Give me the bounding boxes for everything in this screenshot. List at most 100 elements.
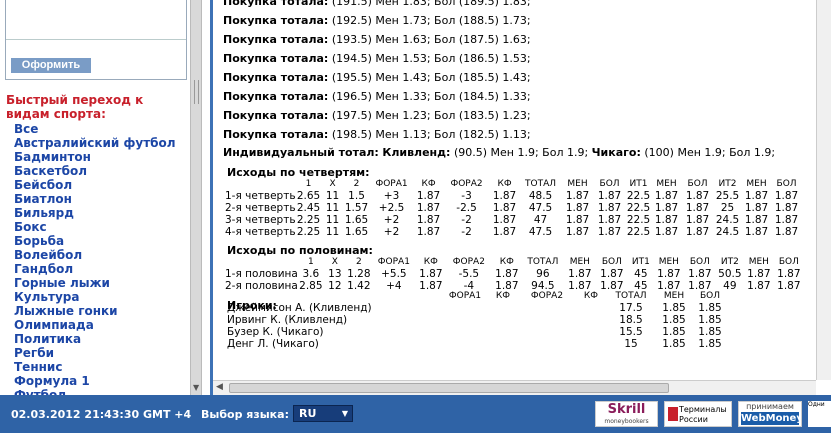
- odds-cell[interactable]: 47.5: [520, 202, 562, 214]
- vertical-scrollbar[interactable]: [816, 0, 831, 380]
- scrollbar-thumb[interactable]: [229, 383, 669, 393]
- odds-cell[interactable]: 1.87: [682, 226, 714, 238]
- sport-link[interactable]: Олимпиада: [14, 318, 176, 332]
- odds-cell[interactable]: 3.6: [298, 268, 324, 280]
- odds-cell[interactable]: 1.87: [682, 202, 714, 214]
- odds-cell[interactable]: 1.87: [774, 280, 804, 292]
- odds-cell[interactable]: 1.87: [742, 214, 772, 226]
- odds-cell[interactable]: -5.5: [446, 268, 492, 280]
- odds-cell[interactable]: 1.87: [492, 268, 522, 280]
- sport-link[interactable]: Культура: [14, 290, 176, 304]
- odds-cell[interactable]: 25: [714, 202, 742, 214]
- odds-cell[interactable]: 1.87: [490, 190, 520, 202]
- odds-cell[interactable]: 11: [322, 226, 344, 238]
- odds-cell[interactable]: 96: [522, 268, 564, 280]
- odds-cell[interactable]: 1.87: [564, 268, 596, 280]
- sport-link[interactable]: Бокс: [14, 220, 176, 234]
- sport-link[interactable]: Горные лыжи: [14, 276, 176, 290]
- odds-cell[interactable]: 2.45: [296, 202, 322, 214]
- odds-cell[interactable]: 15: [606, 338, 656, 350]
- odds-cell[interactable]: -2: [444, 214, 490, 226]
- odds-cell[interactable]: 1.87: [684, 268, 716, 280]
- odds-cell[interactable]: 24.5: [714, 214, 742, 226]
- odds-cell[interactable]: 13: [324, 268, 346, 280]
- sport-link[interactable]: Футбол: [14, 388, 176, 395]
- odds-cell[interactable]: 1.87: [772, 202, 802, 214]
- odds-cell[interactable]: 1.85: [656, 314, 692, 326]
- odds-cell[interactable]: 1.85: [692, 314, 728, 326]
- panel-splitter[interactable]: ▼: [190, 0, 202, 395]
- odds-cell[interactable]: 1.85: [692, 302, 728, 314]
- odds-cell[interactable]: 1.87: [654, 268, 684, 280]
- odds-cell[interactable]: 1.87: [682, 214, 714, 226]
- horizontal-scrollbar[interactable]: ◀: [213, 380, 816, 395]
- sport-link[interactable]: Регби: [14, 346, 176, 360]
- odds-cell[interactable]: 1.87: [416, 268, 446, 280]
- sport-link[interactable]: Волейбол: [14, 248, 176, 262]
- odds-cell[interactable]: 1.85: [692, 326, 728, 338]
- odds-cell[interactable]: +2: [370, 214, 414, 226]
- sport-link[interactable]: Теннис: [14, 360, 176, 374]
- odds-cell[interactable]: -2.5: [444, 202, 490, 214]
- odds-cell[interactable]: 1.87: [742, 202, 772, 214]
- odds-cell[interactable]: 48.5: [520, 190, 562, 202]
- odds-cell[interactable]: 22.5: [626, 202, 652, 214]
- odds-cell[interactable]: 1.87: [772, 214, 802, 226]
- chevron-down-icon[interactable]: ▼: [193, 383, 199, 392]
- odds-cell[interactable]: 11: [322, 214, 344, 226]
- odds-cell[interactable]: 1.87: [414, 202, 444, 214]
- sport-link[interactable]: Австралийский футбол: [14, 136, 176, 150]
- skrill-logo[interactable]: Skrill moneybookers: [595, 401, 658, 427]
- odds-cell[interactable]: 50.5: [716, 268, 744, 280]
- odds-cell[interactable]: 1.85: [656, 338, 692, 350]
- odds-cell[interactable]: 1.87: [562, 226, 594, 238]
- order-button[interactable]: Оформить: [11, 58, 91, 73]
- odds-cell[interactable]: 1.87: [594, 190, 626, 202]
- odds-cell[interactable]: 24.5: [714, 226, 742, 238]
- odds-cell[interactable]: 15.5: [606, 326, 656, 338]
- odds-cell[interactable]: +5.5: [372, 268, 416, 280]
- odds-cell[interactable]: 1.87: [682, 190, 714, 202]
- sport-link[interactable]: Бильярд: [14, 206, 176, 220]
- odds-cell[interactable]: 1.87: [562, 214, 594, 226]
- sport-link[interactable]: Бадминтон: [14, 150, 176, 164]
- odds-cell[interactable]: 1.57: [344, 202, 370, 214]
- partner-logo-cut[interactable]: Одни: [808, 401, 831, 427]
- odds-cell[interactable]: 1.85: [656, 326, 692, 338]
- odds-cell[interactable]: 1.87: [744, 280, 774, 292]
- odds-cell[interactable]: 2.25: [296, 214, 322, 226]
- sport-link[interactable]: Лыжные гонки: [14, 304, 176, 318]
- odds-cell[interactable]: -3: [444, 190, 490, 202]
- sport-link[interactable]: Бейсбол: [14, 178, 176, 192]
- odds-cell[interactable]: 22.5: [626, 226, 652, 238]
- odds-cell[interactable]: 1.65: [344, 226, 370, 238]
- odds-cell[interactable]: 1.87: [596, 268, 628, 280]
- splitter-grip[interactable]: [194, 80, 199, 104]
- sport-link[interactable]: Баскетбол: [14, 164, 176, 178]
- odds-cell[interactable]: 18.5: [606, 314, 656, 326]
- odds-cell[interactable]: 22.5: [626, 190, 652, 202]
- odds-cell[interactable]: 1.87: [414, 226, 444, 238]
- odds-cell[interactable]: -2: [444, 226, 490, 238]
- odds-cell[interactable]: 1.87: [652, 214, 682, 226]
- language-select[interactable]: RU ▼: [293, 405, 353, 422]
- odds-cell[interactable]: 1.87: [652, 226, 682, 238]
- odds-cell[interactable]: 1.87: [414, 214, 444, 226]
- odds-cell[interactable]: 1.87: [562, 190, 594, 202]
- odds-cell[interactable]: 22.5: [626, 214, 652, 226]
- odds-cell[interactable]: 1.87: [742, 190, 772, 202]
- odds-cell[interactable]: 1.87: [594, 202, 626, 214]
- odds-cell[interactable]: 1.85: [692, 338, 728, 350]
- odds-cell[interactable]: 1.87: [652, 190, 682, 202]
- odds-cell[interactable]: 1.87: [742, 226, 772, 238]
- sport-link[interactable]: Все: [14, 122, 176, 136]
- odds-cell[interactable]: 1.87: [744, 268, 774, 280]
- odds-cell[interactable]: 1.87: [562, 202, 594, 214]
- odds-cell[interactable]: 47.5: [520, 226, 562, 238]
- odds-cell[interactable]: 47: [520, 214, 562, 226]
- odds-cell[interactable]: 1.87: [594, 226, 626, 238]
- odds-cell[interactable]: 17.5: [606, 302, 656, 314]
- sport-link[interactable]: Биатлон: [14, 192, 176, 206]
- odds-cell[interactable]: 1.87: [490, 214, 520, 226]
- odds-cell[interactable]: 2.25: [296, 226, 322, 238]
